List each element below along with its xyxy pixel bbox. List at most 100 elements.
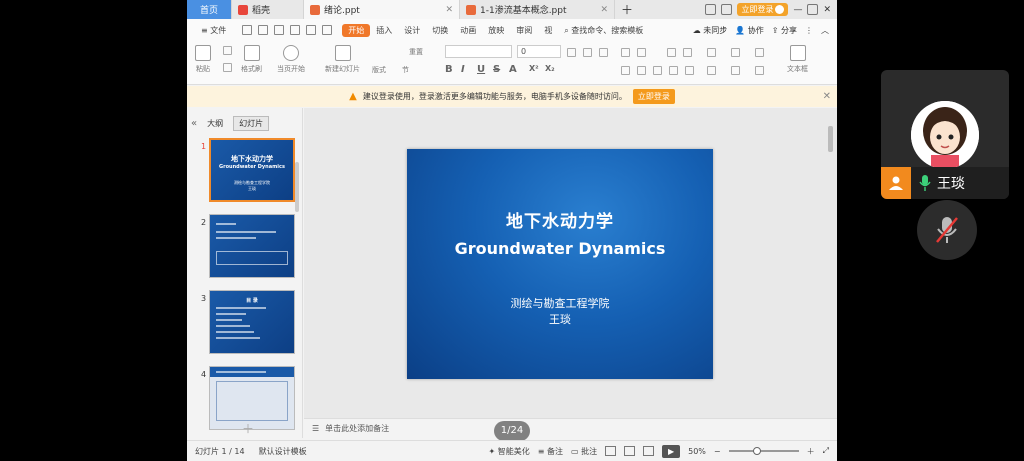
- layout-button[interactable]: 版式: [372, 65, 386, 75]
- section-button[interactable]: 节: [402, 65, 409, 75]
- collab-button[interactable]: 👤 协作: [735, 25, 764, 36]
- menu-insert[interactable]: 插入: [370, 25, 398, 36]
- bold-button[interactable]: B: [445, 64, 453, 75]
- zoom-value[interactable]: 50%: [688, 447, 706, 456]
- file-menu[interactable]: ≡ 文件: [195, 25, 232, 36]
- restore-icon[interactable]: [807, 4, 819, 15]
- export-pdf-icon[interactable]: [258, 25, 269, 35]
- zoom-in-icon[interactable]: ＋: [807, 446, 815, 457]
- video-call-participant-tile[interactable]: 王琰: [881, 70, 1009, 199]
- tab-outline[interactable]: 大纲: [207, 118, 223, 129]
- textbox-button[interactable]: 文本框: [787, 45, 808, 74]
- cut-icon[interactable]: [223, 46, 232, 55]
- notice-login-button[interactable]: 立即登录: [632, 89, 675, 104]
- tab-slides[interactable]: 幻灯片: [233, 116, 270, 131]
- undo-icon[interactable]: [306, 25, 317, 35]
- align-right-icon[interactable]: [653, 66, 662, 75]
- play-from-current-button[interactable]: 当页开始: [277, 45, 305, 74]
- notes-pane[interactable]: ☰ 单击此处添加备注: [304, 418, 837, 438]
- reading-view-icon[interactable]: [643, 446, 655, 456]
- sync-status[interactable]: ☁ 未同步: [693, 25, 728, 36]
- mute-microphone-button[interactable]: [917, 200, 977, 260]
- notes-toggle-button[interactable]: ≡ 备注: [538, 446, 563, 457]
- slide-department[interactable]: 测绘与勘查工程学院: [407, 295, 713, 311]
- subscript-button[interactable]: X₂: [545, 64, 555, 73]
- skin-icon[interactable]: [721, 4, 733, 15]
- close-tab-icon[interactable]: ✕: [445, 5, 453, 15]
- slide-thumbnail-preview[interactable]: 地下水动力学 Groundwater Dynamics 测绘与勘查工程学院 王琰: [209, 138, 295, 202]
- slide-thumbnail-preview[interactable]: 目 录: [209, 290, 295, 354]
- outdent-icon[interactable]: [683, 48, 692, 57]
- collapse-panel-icon[interactable]: «: [191, 118, 197, 129]
- tab-docer[interactable]: 稻壳: [232, 0, 304, 19]
- font-color-button[interactable]: A: [509, 64, 517, 75]
- preview-icon[interactable]: [290, 25, 301, 35]
- collapse-ribbon-icon[interactable]: ︿: [821, 25, 829, 36]
- superscript-button[interactable]: X²: [529, 64, 539, 73]
- line-spacing-icon[interactable]: [707, 48, 716, 57]
- zoom-out-icon[interactable]: −: [714, 447, 721, 456]
- slide-author[interactable]: 王琰: [407, 311, 713, 327]
- menu-view[interactable]: 视: [538, 25, 558, 36]
- new-tab-button[interactable]: ＋: [615, 0, 639, 19]
- paste-button[interactable]: 粘贴: [195, 45, 211, 74]
- increase-font-icon[interactable]: [567, 48, 576, 57]
- menu-transition[interactable]: 切换: [426, 25, 454, 36]
- normal-view-icon[interactable]: [605, 446, 617, 456]
- smart-art-icon[interactable]: [755, 66, 764, 75]
- format-painter-button[interactable]: 格式刷: [241, 45, 262, 74]
- share-button[interactable]: ⇪ 分享: [772, 25, 797, 36]
- slide-title-en[interactable]: Groundwater Dynamics: [407, 239, 713, 258]
- login-button[interactable]: 立即登录: [737, 3, 789, 16]
- font-name-select[interactable]: [445, 45, 512, 58]
- decrease-font-icon[interactable]: [583, 48, 592, 57]
- indent-icon[interactable]: [667, 48, 676, 57]
- canvas-scrollbar[interactable]: [828, 126, 833, 152]
- reset-button[interactable]: 重置: [409, 47, 423, 57]
- text-align-icon[interactable]: [731, 66, 740, 75]
- copy-icon[interactable]: [223, 63, 232, 72]
- comments-button[interactable]: ▭ 批注: [571, 446, 597, 457]
- print-icon[interactable]: [274, 25, 285, 35]
- tab-intro-ppt[interactable]: 绪论.ppt ✕: [304, 0, 460, 19]
- save-icon[interactable]: [242, 25, 253, 35]
- slide-sorter-icon[interactable]: [624, 446, 636, 456]
- numbering-icon[interactable]: [637, 48, 646, 57]
- slide-title-cn[interactable]: 地下水动力学: [407, 207, 713, 232]
- strikethrough-button[interactable]: S: [493, 64, 500, 75]
- add-slide-icon[interactable]: ＋: [242, 420, 254, 437]
- more-icon[interactable]: ⋮: [805, 26, 813, 35]
- play-slideshow-button[interactable]: ▶: [662, 444, 681, 458]
- menu-animation[interactable]: 动画: [454, 25, 482, 36]
- tab-seepage-ppt[interactable]: 1-1渗流基本概念.ppt ✕: [460, 0, 615, 19]
- text-direction-icon[interactable]: [731, 48, 740, 57]
- fit-window-icon[interactable]: ⤢: [823, 446, 829, 456]
- columns-icon[interactable]: [755, 48, 764, 57]
- close-tab-icon[interactable]: ✕: [600, 5, 608, 15]
- distributed-icon[interactable]: [685, 66, 694, 75]
- italic-button[interactable]: I: [461, 64, 465, 75]
- bullets-icon[interactable]: [621, 48, 630, 57]
- align-left-icon[interactable]: [621, 66, 630, 75]
- zoom-slider[interactable]: [728, 447, 799, 455]
- vertical-align-icon[interactable]: [707, 66, 716, 75]
- thumbnail-scrollbar[interactable]: [295, 162, 299, 212]
- close-window-icon[interactable]: ✕: [823, 5, 831, 15]
- minimize-icon[interactable]: —: [793, 5, 802, 15]
- menu-slideshow[interactable]: 放映: [482, 25, 510, 36]
- underline-button[interactable]: U: [477, 64, 485, 75]
- close-notice-icon[interactable]: ✕: [823, 91, 831, 102]
- current-slide[interactable]: 地下水动力学 Groundwater Dynamics 测绘与勘查工程学院 王琰: [407, 149, 713, 379]
- new-slide-button[interactable]: 新建幻灯片: [325, 45, 360, 74]
- redo-icon[interactable]: [322, 25, 333, 35]
- search-commands[interactable]: ⌕ 查找命令、搜索模板: [558, 25, 649, 36]
- menu-design[interactable]: 设计: [398, 25, 426, 36]
- tab-home[interactable]: 首页: [187, 0, 232, 19]
- font-size-select[interactable]: 0: [517, 45, 561, 58]
- design-template[interactable]: 默认设计模板: [259, 446, 307, 457]
- zoom-slider-knob[interactable]: [752, 447, 761, 455]
- menu-start[interactable]: 开始: [342, 23, 371, 37]
- menu-review[interactable]: 审阅: [510, 25, 538, 36]
- slide-thumbnail-preview[interactable]: [209, 214, 295, 278]
- justify-icon[interactable]: [669, 66, 678, 75]
